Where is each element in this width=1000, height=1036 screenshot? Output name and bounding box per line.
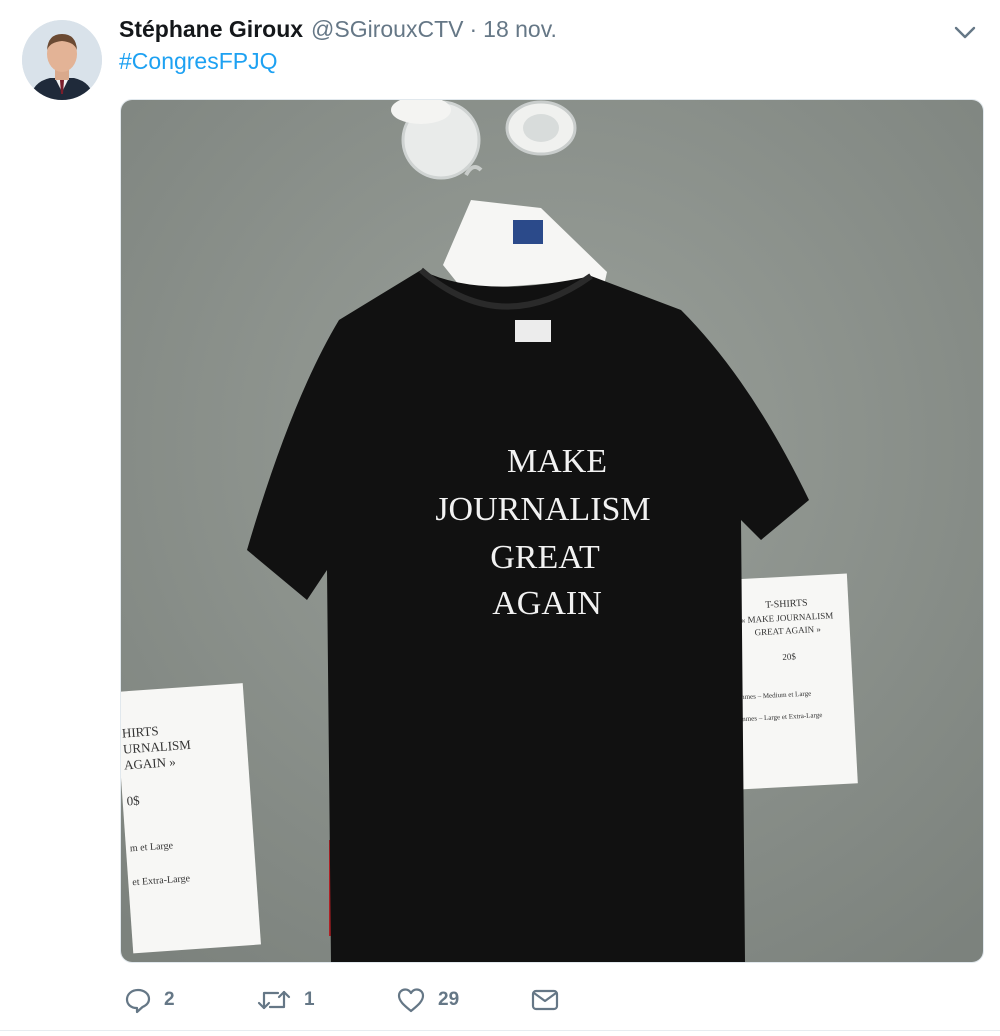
reply-button[interactable]: 2 bbox=[124, 980, 175, 1020]
hashtag-link[interactable]: #CongresFPJQ bbox=[119, 48, 278, 75]
direct-message-button[interactable] bbox=[530, 980, 560, 1020]
price-sign-right: T-SHIRTS « MAKE JOURNALISM GREAT AGAIN »… bbox=[723, 573, 858, 790]
svg-text:0$: 0$ bbox=[126, 793, 141, 809]
author-handle[interactable]: @SGirouxCTV bbox=[311, 16, 463, 43]
like-count: 29 bbox=[438, 989, 460, 1010]
tweet: Stéphane Giroux @SGirouxCTV · 18 nov. #C… bbox=[0, 0, 1000, 1036]
envelope-icon bbox=[530, 986, 560, 1014]
avatar[interactable] bbox=[22, 20, 102, 100]
tweet-actions: 2 1 29 bbox=[0, 980, 1000, 1020]
timestamp[interactable]: 18 nov. bbox=[483, 16, 557, 43]
heart-icon bbox=[396, 986, 426, 1014]
retweet-button[interactable]: 1 bbox=[256, 980, 315, 1020]
shirt-text-line: AGAIN bbox=[492, 585, 602, 622]
separator: · bbox=[469, 16, 478, 42]
svg-text:T-SHIRTS: T-SHIRTS bbox=[765, 598, 808, 611]
retweet-icon bbox=[256, 986, 292, 1014]
tweet-photo[interactable]: T-SHIRTS « MAKE JOURNALISM GREAT AGAIN »… bbox=[120, 99, 984, 963]
svg-text:20$: 20$ bbox=[782, 651, 797, 662]
divider bbox=[0, 1030, 1000, 1031]
svg-text:HIRTS: HIRTS bbox=[121, 723, 159, 741]
tweet-header: Stéphane Giroux @SGirouxCTV · 18 nov. bbox=[119, 16, 557, 46]
price-sign-left: HIRTS URNALISM AGAIN » 0$ m et Large et … bbox=[121, 683, 261, 954]
reply-icon bbox=[124, 986, 152, 1014]
author-name[interactable]: Stéphane Giroux bbox=[119, 16, 303, 43]
shirt-text-line: GREAT bbox=[490, 539, 600, 576]
shirt-text-line: JOURNALISM bbox=[435, 491, 650, 528]
shirt-text-line: MAKE bbox=[507, 443, 607, 480]
like-button[interactable]: 29 bbox=[396, 980, 459, 1020]
chevron-down-icon[interactable] bbox=[952, 22, 978, 42]
reply-count: 2 bbox=[164, 989, 175, 1010]
retweet-count: 1 bbox=[304, 989, 315, 1010]
